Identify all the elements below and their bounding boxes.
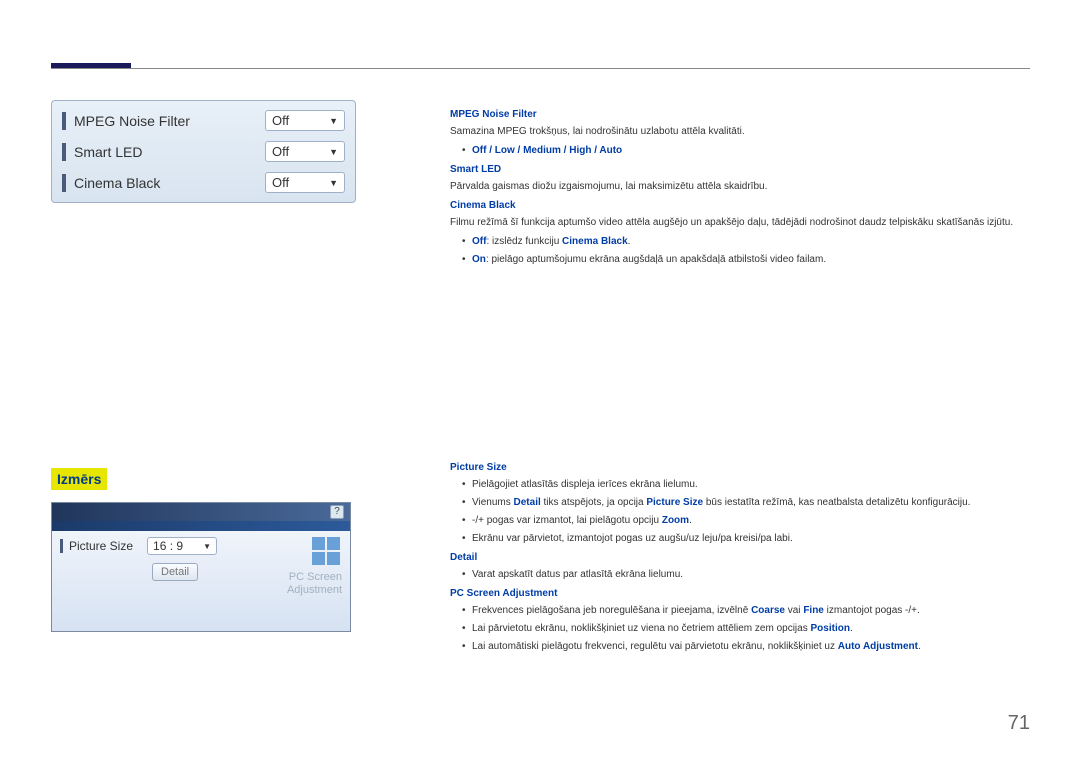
left-column: MPEG Noise Filter Off ▼ Smart LED Off ▼ … (51, 100, 356, 632)
list-item: Off / Low / Medium / High / Auto (462, 143, 1030, 158)
heading-mpeg-noise-filter: MPEG Noise Filter (450, 107, 1030, 122)
list-item: Ekrānu var pārvietot, izmantojot pogas u… (462, 531, 1030, 546)
menu-label: Cinema Black (74, 175, 257, 191)
list-picture-size: Pielāgojiet atlasītās displeja ierīces e… (450, 477, 1030, 546)
ss2-blue-strip (52, 521, 350, 531)
list-item: On: pielāgo aptumšojumu ekrāna augšdaļā … (462, 252, 1030, 267)
list-item: Varat apskatīt datus par atlasītā ekrāna… (462, 567, 1030, 582)
list-item: Pielāgojiet atlasītās displeja ierīces e… (462, 477, 1030, 492)
pc-screen-adjustment-icon[interactable] (312, 537, 340, 565)
menu-label: Smart LED (74, 144, 257, 160)
list-mpeg-values: Off / Low / Medium / High / Auto (450, 143, 1030, 158)
section-heading-izmers: Izmērs (51, 468, 107, 490)
chevron-down-icon: ▼ (329, 116, 338, 126)
heading-smart-led: Smart LED (450, 162, 1030, 177)
menu-row-mpeg-noise-filter: MPEG Noise Filter Off ▼ (56, 105, 351, 136)
list-detail: Varat apskatīt datus par atlasītā ekrāna… (450, 567, 1030, 582)
menu-panel-1: MPEG Noise Filter Off ▼ Smart LED Off ▼ … (51, 100, 356, 203)
desc-mpeg-noise-filter: Samazina MPEG trokšņus, lai nodrošinātu … (450, 124, 1030, 139)
picture-size-dropdown[interactable]: 16 : 9 ▼ (147, 537, 217, 555)
pc-screen-adjustment-label: PC Screen Adjustment (287, 571, 342, 597)
menu-row-smart-led: Smart LED Off ▼ (56, 136, 351, 167)
picture-size-label: Picture Size (69, 539, 133, 553)
cinema-black-dropdown[interactable]: Off ▼ (265, 172, 345, 193)
desc-cinema-black: Filmu režīmā šī funkcija aptumšo video a… (450, 215, 1030, 230)
list-item: Lai automātiski pielāgotu frekvenci, reg… (462, 639, 1030, 654)
mpeg-noise-filter-dropdown[interactable]: Off ▼ (265, 110, 345, 131)
list-item: Frekvences pielāgošana jeb noregulēšana … (462, 603, 1030, 618)
dropdown-value: Off (272, 113, 289, 128)
list-pc-screen: Frekvences pielāgošana jeb noregulēšana … (450, 603, 1030, 654)
row-accent (62, 112, 66, 130)
row-accent (62, 174, 66, 192)
heading-cinema-black: Cinema Black (450, 198, 1030, 213)
detail-button[interactable]: Detail (152, 563, 198, 581)
help-icon[interactable]: ? (330, 505, 344, 519)
chevron-down-icon: ▼ (329, 178, 338, 188)
smart-led-dropdown[interactable]: Off ▼ (265, 141, 345, 162)
heading-picture-size: Picture Size (450, 460, 1030, 475)
heading-detail: Detail (450, 550, 1030, 565)
desc-smart-led: Pārvalda gaismas diožu izgaismojumu, lai… (450, 179, 1030, 194)
chevron-down-icon: ▼ (329, 147, 338, 157)
header-divider (51, 68, 1030, 69)
list-item: Lai pārvietotu ekrānu, noklikšķiniet uz … (462, 621, 1030, 636)
menu-row-cinema-black: Cinema Black Off ▼ (56, 167, 351, 198)
doc-text-column: MPEG Noise Filter Samazina MPEG trokšņus… (450, 103, 1030, 658)
heading-pc-screen-adjustment: PC Screen Adjustment (450, 586, 1030, 601)
menu-label: MPEG Noise Filter (74, 113, 257, 129)
dropdown-value: 16 : 9 (153, 539, 183, 553)
picture-size-row: Picture Size 16 : 9 ▼ (60, 537, 342, 555)
list-item: Off: izslēdz funkciju Cinema Black. (462, 234, 1030, 249)
ss2-body: Picture Size 16 : 9 ▼ Detail PC Screen A… (52, 531, 350, 631)
row-accent (62, 143, 66, 161)
list-item: -/+ pogas var izmantot, lai pielāgotu op… (462, 513, 1030, 528)
row-accent (60, 539, 63, 553)
screenshot-size-panel: ? Picture Size 16 : 9 ▼ Detail PC Screen… (51, 502, 351, 632)
dropdown-value: Off (272, 175, 289, 190)
list-item: Vienums Detail tiks atspējots, ja opcija… (462, 495, 1030, 510)
page-number: 71 (1008, 712, 1030, 735)
chevron-down-icon: ▼ (203, 542, 211, 551)
dropdown-value: Off (272, 144, 289, 159)
list-cinema-black: Off: izslēdz funkciju Cinema Black. On: … (450, 234, 1030, 267)
ss2-titlebar: ? (52, 503, 350, 521)
